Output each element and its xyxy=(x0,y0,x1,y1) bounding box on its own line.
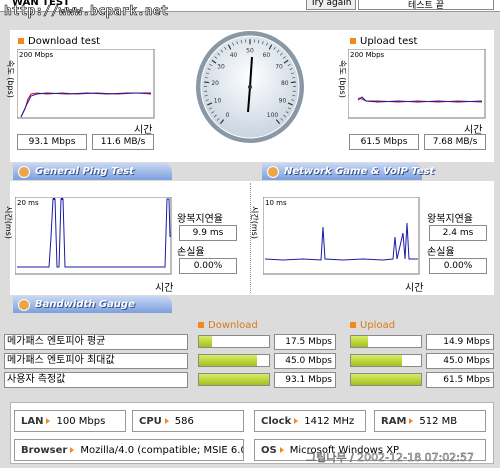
bullet-icon xyxy=(198,322,204,328)
os-label: OS xyxy=(261,445,284,456)
ping-x-label: 시간 xyxy=(155,283,174,294)
bandwidth-row-label: 사용자 측정값 xyxy=(4,372,188,388)
bullet-icon xyxy=(350,322,356,328)
bandwidth-download-value: 45.0 Mbps xyxy=(274,353,336,369)
upload-mbs: 7.68 MB/s xyxy=(424,134,486,150)
bandwidth-upload-bar xyxy=(350,354,422,367)
bandwidth-download-fill xyxy=(199,374,269,385)
ping-chart: 20 ms xyxy=(15,197,172,275)
ping-rtt-label: 왕복지연율 xyxy=(177,214,223,225)
gauge-tick-label: 90 xyxy=(279,98,287,105)
tab-general-ping[interactable]: General Ping Test xyxy=(13,163,172,180)
upload-scale: 200 Mbps xyxy=(350,51,385,59)
game-chart: 10 ms xyxy=(263,197,420,275)
bandwidth-upload-header: Upload xyxy=(350,320,395,331)
bandwidth-download-value: 17.5 Mbps xyxy=(274,334,336,350)
ping-loss-label: 손실율 xyxy=(177,247,205,258)
bandwidth-download-header: Download xyxy=(198,320,258,331)
clock-info: Clock 1412 MHz xyxy=(254,410,366,432)
bandwidth-upload-fill xyxy=(351,355,403,366)
lan-value: 100 Mbps xyxy=(56,415,106,427)
tab-network-game[interactable]: Network Game & VoIP Test xyxy=(262,163,434,180)
cpu-info: CPU 586 xyxy=(132,410,244,432)
bullet-icon xyxy=(350,38,356,44)
gauge-tick-label: 60 xyxy=(263,52,271,59)
download-y-label: 속도 (bps) xyxy=(6,60,15,98)
gauge-tick-label: 40 xyxy=(230,52,238,59)
bandwidth-download-bar xyxy=(198,373,270,386)
game-x-label: 시간 xyxy=(405,283,424,294)
bandwidth-row-label: 메가패스 엔토피아 평균 xyxy=(4,334,188,350)
download-scale: 200 Mbps xyxy=(19,51,54,59)
gauge-tick-label: 70 xyxy=(275,64,283,71)
browser-value: Mozilla/4.0 (compatible; MSIE 6.0 xyxy=(80,444,244,456)
bandwidth-upload-bar xyxy=(350,373,422,386)
bandwidth-download-bar xyxy=(198,354,270,367)
upload-mbps: 61.5 Mbps xyxy=(349,134,419,150)
ping-loss-value: 0.00% xyxy=(179,258,237,274)
ram-value: 512 MB xyxy=(419,415,458,427)
bandwidth-upload-value: 14.9 Mbps xyxy=(426,334,494,350)
gauge-tick-label: 50 xyxy=(246,48,254,55)
upload-title: Upload test xyxy=(350,36,417,47)
gauge-tick-label: 100 xyxy=(267,112,279,119)
game-loss-value: 0.00% xyxy=(429,258,487,274)
tab-bandwidth-gauge[interactable]: Bandwidth Gauge xyxy=(13,296,172,313)
game-rtt-value: 2.4 ms xyxy=(429,225,487,241)
ram-info: RAM 512 MB xyxy=(374,410,486,432)
bandwidth-download-value: 93.1 Mbps xyxy=(274,372,336,388)
lan-label: LAN xyxy=(21,416,50,427)
gauge-tick-label: 80 xyxy=(281,80,289,87)
download-chart: 200 Mbps xyxy=(17,49,155,119)
bandwidth-download-fill xyxy=(199,355,258,366)
speed-gauge: 0 10 20 30 40 50 60 70 80 90100 xyxy=(196,31,304,143)
browser-info: Browser Mozilla/4.0 (compatible; MSIE 6.0 xyxy=(14,439,244,461)
cpu-value: 586 xyxy=(174,415,194,427)
bandwidth-upload-value: 45.0 Mbps xyxy=(426,353,494,369)
bandwidth-row-label: 메가패스 엔토피아 최대값 xyxy=(4,353,188,369)
watermark: http://www.bcpark.net xyxy=(4,4,169,20)
upload-chart: 200 Mbps xyxy=(348,49,486,119)
bandwidth-upload-fill xyxy=(351,374,421,385)
gauge-tick-label: 0 xyxy=(226,112,230,119)
test-status: 테스트 끝 xyxy=(358,0,494,11)
bullet-icon xyxy=(18,38,24,44)
download-mbs: 11.6 MB/s xyxy=(92,134,154,150)
game-y-label: 시간(ms) xyxy=(250,206,259,239)
ram-label: RAM xyxy=(381,416,413,427)
clock-label: Clock xyxy=(261,416,298,427)
download-mbps: 93.1 Mbps xyxy=(17,134,87,150)
browser-label: Browser xyxy=(21,445,74,456)
bandwidth-upload-fill xyxy=(351,336,368,347)
ping-scale: 20 ms xyxy=(17,199,39,207)
bandwidth-download-bar xyxy=(198,335,270,348)
upload-y-label: 속도 (bps) xyxy=(338,60,347,98)
try-again-button[interactable]: Try again xyxy=(306,0,356,10)
gauge-tick-label: 20 xyxy=(211,80,219,87)
footer-credit: 그림나무 / 2002-12-18 07:02:57 xyxy=(306,451,475,465)
game-rtt-label: 왕복지연율 xyxy=(427,214,473,225)
ping-rtt-value: 9.9 ms xyxy=(179,225,237,241)
bandwidth-download-fill xyxy=(199,336,213,347)
bandwidth-upload-value: 61.5 Mbps xyxy=(426,372,494,388)
ping-y-label: 시간(ms) xyxy=(4,206,13,239)
download-title: Download test xyxy=(18,36,100,47)
bandwidth-upload-bar xyxy=(350,335,422,348)
game-loss-label: 손실율 xyxy=(427,247,455,258)
gauge-tick-label: 10 xyxy=(214,98,222,105)
game-scale: 10 ms xyxy=(265,199,287,207)
cpu-label: CPU xyxy=(139,416,169,427)
lan-info: LAN 100 Mbps xyxy=(14,410,126,432)
gauge-tick-label: 30 xyxy=(217,64,225,71)
clock-value: 1412 MHz xyxy=(304,415,355,427)
